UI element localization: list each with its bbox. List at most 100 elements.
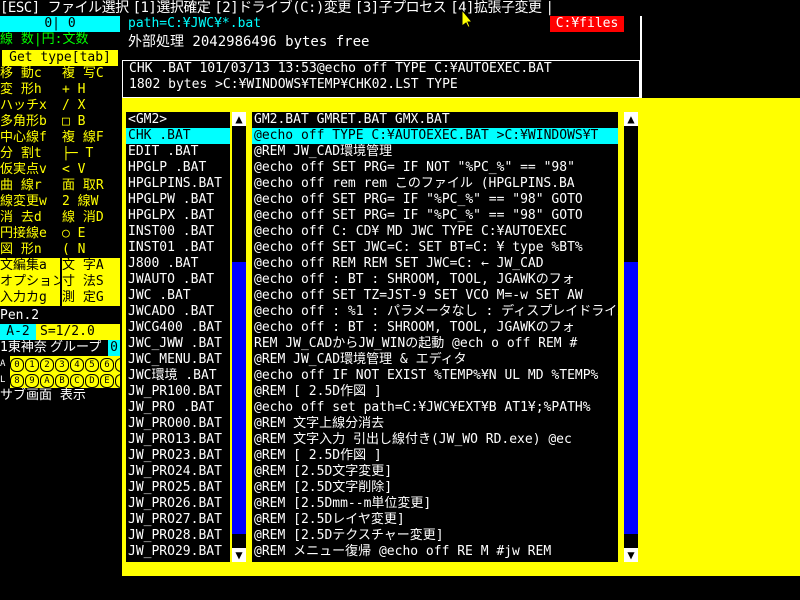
layer-circle-row1-4[interactable]: 4 [70, 358, 84, 372]
file-list-item[interactable]: JW_PR100.BAT [126, 384, 230, 400]
content-line[interactable]: @REM [ 2.5D作図 ] [252, 384, 618, 400]
command-left-2[interactable]: ハッチx [0, 98, 60, 114]
file-list-scroll-down-icon[interactable]: ▼ [232, 548, 246, 562]
content-line[interactable]: @REM [2.5Dテクスチャー変更] [252, 528, 618, 544]
file-list-scrollbar[interactable]: ▲ ▼ [232, 112, 246, 562]
command-right-2[interactable]: / X [62, 98, 120, 114]
content-line[interactable]: @REM JW_CAD環境管理 [252, 144, 618, 160]
command-right-8[interactable]: 2 線W [62, 194, 120, 210]
content-line[interactable]: @echo off : BT : SHROOM, TOOL, JGAWKのフォ [252, 320, 618, 336]
layer-circle-row1-0[interactable]: 0 [10, 358, 24, 372]
file-list-item[interactable]: JW_PRO27.BAT [126, 512, 230, 528]
layer-circle-row2-3[interactable]: B [55, 374, 69, 388]
content-line[interactable]: @REM 文字上線分消去 [252, 416, 618, 432]
command-left-12[interactable]: 文編集a [0, 258, 60, 274]
group-name-button[interactable]: 1東神奈 [0, 340, 48, 356]
content-line[interactable]: @REM 文字入力 引出し線付き(JW_WO RD.exe) @ec [252, 432, 618, 448]
layer-button[interactable]: A-2 [0, 324, 36, 340]
content-line[interactable]: @echo off C: CD¥ MD JWC TYPE C:¥AUTOEXEC [252, 224, 618, 240]
content-line[interactable]: @REM [ 2.5D作図 ] [252, 448, 618, 464]
file-list-scroll-thumb[interactable] [232, 262, 246, 534]
layer-circle-row1-7[interactable]: 7 [115, 358, 120, 372]
content-line[interactable]: @REM [2.5Dmm--m単位変更] [252, 496, 618, 512]
content-scroll-down-icon[interactable]: ▼ [624, 548, 638, 562]
layer-circle-row2-7[interactable]: F [115, 374, 120, 388]
command-right-13[interactable]: 寸 法S [62, 274, 120, 290]
content-line[interactable]: @echo off SET JWC=C: SET BT=C: ¥ type %B… [252, 240, 618, 256]
command-left-3[interactable]: 多角形b [0, 114, 60, 130]
menu-child-process[interactable]: [3]子プロセス [355, 0, 447, 16]
file-list-item[interactable]: HPGLPW .BAT [126, 192, 230, 208]
command-right-12[interactable]: 文 字A [62, 258, 120, 274]
content-line[interactable]: @echo off : BT : SHROOM, TOOL, JGAWKのフォ [252, 272, 618, 288]
layer-circle-row2-0[interactable]: 8 [10, 374, 24, 388]
command-left-0[interactable]: 移 動c [0, 66, 60, 82]
file-list-item[interactable]: INST01 .BAT [126, 240, 230, 256]
group-number-button[interactable]: 0 [108, 340, 120, 356]
file-list-item[interactable]: JW_PRO29.BAT [126, 544, 230, 560]
content-scrollbar[interactable]: ▲ ▼ [624, 112, 638, 562]
command-right-0[interactable]: 複 写C [62, 66, 120, 82]
command-left-1[interactable]: 変 形h [0, 82, 60, 98]
file-list-item[interactable]: JW_PRO28.BAT [126, 528, 230, 544]
command-right-11[interactable]: ( N [62, 242, 120, 258]
command-right-14[interactable]: 測 定G [62, 290, 120, 306]
content-line[interactable]: @REM [2.5D文字変更] [252, 464, 618, 480]
layer-circle-row2-6[interactable]: E [100, 374, 114, 388]
command-right-1[interactable]: + H [62, 82, 120, 98]
command-right-4[interactable]: 複 線F [62, 130, 120, 146]
layer-circle-row1-3[interactable]: 3 [55, 358, 69, 372]
content-line[interactable]: @echo off REM REM SET JWC=C: ← JW_CAD [252, 256, 618, 272]
pen-display[interactable]: Pen.2 [0, 308, 120, 324]
command-left-11[interactable]: 図 形n [0, 242, 60, 258]
command-left-7[interactable]: 曲 線r [0, 178, 60, 194]
command-right-9[interactable]: 線 消D [62, 210, 120, 226]
layer-circle-row1-1[interactable]: 1 [25, 358, 39, 372]
content-line[interactable]: @echo off SET PRG= IF NOT "%PC_%" == "98… [252, 160, 618, 176]
file-list-scroll-up-icon[interactable]: ▲ [232, 112, 246, 126]
file-list-item[interactable]: JW_PRO25.BAT [126, 480, 230, 496]
content-line[interactable]: @echo off TYPE C:¥AUTOEXEC.BAT >C:¥WINDO… [252, 128, 618, 144]
scale-button[interactable]: S=1/2.0 [40, 324, 120, 340]
menu-drive-change[interactable]: [2]ドライブ(C:)変更 [214, 0, 351, 16]
command-right-10[interactable]: ○ E [62, 226, 120, 242]
file-list-item[interactable]: JW_PRO23.BAT [126, 448, 230, 464]
command-right-3[interactable]: □ B [62, 114, 120, 130]
file-list-item[interactable]: JWC環境 .BAT [126, 368, 230, 384]
content-line[interactable]: @echo off SET TZ=JST-9 SET VCO M=-w SET … [252, 288, 618, 304]
file-list-item[interactable]: JWC_JWW .BAT [126, 336, 230, 352]
sub-screen-button[interactable]: サブ画面 表示 [0, 388, 120, 404]
file-list-item[interactable]: JW_PRO13.BAT [126, 432, 230, 448]
file-list-item[interactable]: JW_PRO .BAT [126, 400, 230, 416]
command-right-6[interactable]: < V [62, 162, 120, 178]
command-left-5[interactable]: 分 割t [0, 146, 60, 162]
content-line[interactable]: REM JW_CADからJW_WINの起動 @ech o off REM # [252, 336, 618, 352]
file-list-item[interactable]: INST00 .BAT [126, 224, 230, 240]
layer-circle-row2-1[interactable]: 9 [25, 374, 39, 388]
file-list-item[interactable]: JWC_MENU.BAT [126, 352, 230, 368]
file-list-item[interactable]: HPGLP .BAT [126, 160, 230, 176]
content-scroll-up-icon[interactable]: ▲ [624, 112, 638, 126]
file-list-item[interactable]: <GM2> [126, 112, 230, 128]
layer-circle-row2-5[interactable]: D [85, 374, 99, 388]
command-left-13[interactable]: オプションs [0, 274, 60, 290]
layer-circle-row1-6[interactable]: 6 [100, 358, 114, 372]
content-line[interactable]: @echo off rem rem このファイル (HPGLPINS.BA [252, 176, 618, 192]
command-right-7[interactable]: 面 取R [62, 178, 120, 194]
layer-circle-row1-2[interactable]: 2 [40, 358, 54, 372]
content-line[interactable]: GM2.BAT GMRET.BAT GMX.BAT [252, 112, 618, 128]
file-list-item[interactable]: JWC .BAT [126, 288, 230, 304]
command-left-8[interactable]: 線変更w [0, 194, 60, 210]
content-line[interactable]: @echo off SET PRG= IF "%PC_%" == "98" GO… [252, 192, 618, 208]
content-line[interactable]: @echo off IF NOT EXIST %TEMP%¥N UL MD %T… [252, 368, 618, 384]
menu-esc-file-select[interactable]: [ESC] ファイル選択 [0, 0, 129, 16]
command-left-10[interactable]: 円接線e [0, 226, 60, 242]
layer-circle-row1-5[interactable]: 5 [85, 358, 99, 372]
drive-files-button[interactable]: C:¥files [550, 16, 624, 32]
file-list-item[interactable]: JWCADO .BAT [126, 304, 230, 320]
file-list-item[interactable]: JW_PRO24.BAT [126, 464, 230, 480]
file-list-item[interactable]: JWCG400 .BAT [126, 320, 230, 336]
content-line[interactable]: @REM [2.5Dレイヤ変更] [252, 512, 618, 528]
menu-select-confirm[interactable]: [1]選択確定 [133, 0, 211, 16]
file-list-item[interactable]: CHK .BAT [126, 128, 230, 144]
